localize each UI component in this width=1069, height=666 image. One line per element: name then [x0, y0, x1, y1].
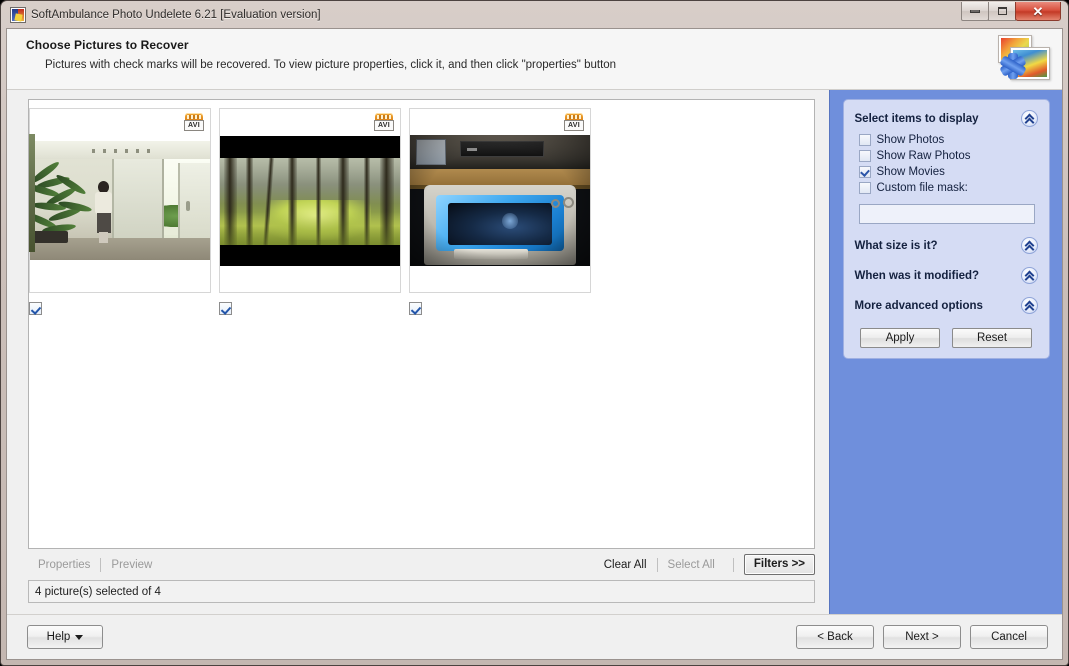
app-icon: [10, 7, 26, 23]
help-label: Help: [46, 631, 71, 643]
status-text: 4 picture(s) selected of 4: [35, 585, 161, 598]
section-title: Select items to display: [854, 112, 979, 125]
cancel-button[interactable]: Cancel: [970, 625, 1048, 649]
thumbnail-checkbox-row: [409, 302, 593, 320]
close-button[interactable]: ✕: [1015, 2, 1061, 21]
apply-button[interactable]: Apply: [860, 328, 940, 348]
client-area: Choose Pictures to Recover Pictures with…: [6, 28, 1063, 660]
section-header-advanced[interactable]: More advanced options: [855, 297, 1038, 314]
option-label: Show Movies: [876, 166, 945, 178]
thumbnail-list[interactable]: AVI AVI AVI: [28, 99, 815, 549]
list-item[interactable]: AVI: [213, 108, 403, 320]
section-title: More advanced options: [854, 299, 983, 312]
thumbnail-checkbox[interactable]: [29, 302, 42, 315]
filter-panel: Select items to display Show Photos Show…: [842, 99, 1050, 359]
thumbnail-checkbox-row: [29, 302, 213, 320]
wizard-header: Choose Pictures to Recover Pictures with…: [7, 29, 1062, 90]
chevron-double-up-icon[interactable]: [1020, 237, 1038, 254]
checkbox[interactable]: [858, 134, 871, 146]
option-show-movies[interactable]: Show Movies: [858, 166, 1038, 178]
thumbnail-image: [410, 135, 590, 266]
list-item[interactable]: AVI: [403, 108, 593, 320]
list-item[interactable]: AVI: [29, 108, 213, 320]
section-header-select-items[interactable]: Select items to display: [855, 110, 1038, 127]
chevron-double-up-icon[interactable]: [1020, 110, 1038, 127]
avi-film-icon: AVI: [564, 113, 584, 131]
page-subtitle: Pictures with check marks will be recove…: [45, 59, 617, 71]
option-label: Show Raw Photos: [876, 150, 971, 162]
thumbnail-frame[interactable]: AVI: [29, 108, 211, 293]
window-title: SoftAmbulance Photo Undelete 6.21 [Evalu…: [31, 9, 321, 21]
minimize-icon: [970, 9, 980, 13]
back-button[interactable]: < Back: [796, 625, 874, 649]
thumbnail-frame[interactable]: AVI: [409, 108, 591, 293]
option-label: Show Photos: [876, 134, 945, 146]
thumbnail-image: [220, 135, 400, 266]
close-icon: ✕: [1032, 3, 1044, 19]
maximize-icon: [997, 7, 1007, 15]
next-button[interactable]: Next >: [883, 625, 961, 649]
divider: [732, 557, 734, 572]
window-controls: ✕: [961, 2, 1061, 21]
thumbnail-checkbox[interactable]: [219, 302, 232, 315]
clipped-thumbnail-edge: [29, 134, 35, 252]
option-custom-file-mask[interactable]: Custom file mask:: [858, 182, 1038, 194]
help-button[interactable]: Help: [27, 625, 103, 649]
thumbnail-image: [30, 141, 210, 260]
chevron-double-up-icon[interactable]: [1020, 267, 1038, 284]
option-show-photos[interactable]: Show Photos: [858, 134, 1038, 146]
custom-file-mask-input[interactable]: [858, 204, 1035, 224]
checkbox[interactable]: [858, 166, 871, 178]
properties-button[interactable]: Properties: [28, 559, 100, 571]
display-options-list: Show Photos Show Raw Photos Show Movies: [858, 134, 1038, 194]
status-bar: 4 picture(s) selected of 4: [28, 580, 815, 603]
option-label: Custom file mask:: [876, 182, 968, 194]
section-title: What size is it?: [854, 239, 938, 252]
avi-film-icon: AVI: [374, 113, 394, 131]
option-show-raw-photos[interactable]: Show Raw Photos: [858, 150, 1038, 162]
section-header-size[interactable]: What size is it?: [855, 237, 1038, 254]
reset-button[interactable]: Reset: [952, 328, 1032, 348]
filter-buttons: Apply Reset: [855, 328, 1038, 348]
thumbnail-action-bar: Properties Preview Clear All Select All …: [28, 549, 815, 580]
checkbox[interactable]: [858, 150, 871, 162]
photo-recovery-logo-icon: [996, 33, 1054, 85]
thumbnail-checkbox[interactable]: [409, 302, 422, 315]
avi-film-icon: AVI: [184, 113, 204, 131]
section-title: When was it modified?: [854, 269, 980, 282]
content-split: AVI AVI AVI Properties Preview Clear All…: [7, 90, 1062, 614]
wizard-footer: Help < Back Next > Cancel: [7, 614, 1062, 659]
minimize-button[interactable]: [961, 2, 989, 21]
chevron-double-up-icon[interactable]: [1020, 297, 1038, 314]
thumbnail-frame[interactable]: AVI: [219, 108, 401, 293]
select-all-button[interactable]: Select All: [658, 559, 725, 571]
section-header-modified[interactable]: When was it modified?: [855, 267, 1038, 284]
chevron-down-icon: [75, 634, 84, 640]
page-title: Choose Pictures to Recover: [26, 38, 189, 52]
title-bar: SoftAmbulance Photo Undelete 6.21 [Evalu…: [6, 2, 1063, 25]
maximize-button[interactable]: [988, 2, 1016, 21]
checkbox[interactable]: [858, 182, 871, 194]
clear-all-button[interactable]: Clear All: [594, 559, 657, 571]
application-window: SoftAmbulance Photo Undelete 6.21 [Evalu…: [0, 0, 1069, 666]
preview-button[interactable]: Preview: [101, 559, 162, 571]
thumbnail-column: AVI AVI AVI Properties Preview Clear All…: [7, 90, 829, 614]
thumbnail-checkbox-row: [219, 302, 403, 320]
filters-sidebar: Select items to display Show Photos Show…: [829, 90, 1062, 614]
filters-button[interactable]: Filters >>: [743, 554, 815, 575]
